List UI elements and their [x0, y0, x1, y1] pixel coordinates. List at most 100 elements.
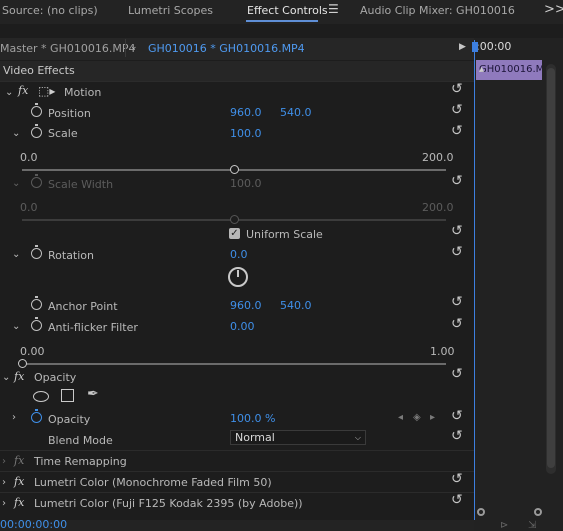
position-label: Position: [48, 107, 91, 120]
next-keyframe-icon[interactable]: ▸: [430, 412, 435, 423]
opacity-chevron-icon[interactable]: ⌄: [2, 372, 10, 383]
stopwatch-icon[interactable]: [31, 317, 42, 331]
reset-rotation-icon[interactable]: ↺: [451, 244, 463, 260]
anchor-x-value[interactable]: 960.0: [230, 299, 262, 312]
add-keyframe-icon[interactable]: ◈: [413, 412, 421, 423]
stopwatch-icon: [31, 174, 42, 188]
prev-keyframe-icon[interactable]: ◂: [398, 412, 403, 423]
export-icon[interactable]: ⇲: [528, 520, 536, 531]
zoom-handle-left[interactable]: [477, 508, 485, 516]
reset-position-icon[interactable]: ↺: [451, 102, 463, 118]
playhead-line[interactable]: [474, 40, 475, 520]
anti-flicker-label: Anti-flicker Filter: [48, 321, 138, 334]
scale-value[interactable]: 100.0: [230, 127, 262, 140]
scale-max-label: 200.0: [422, 151, 454, 164]
filter-icon[interactable]: ⊳: [500, 520, 508, 531]
anti-flicker-chevron-icon[interactable]: ⌄: [12, 321, 20, 332]
blend-mode-value: Normal: [235, 431, 275, 444]
lumetri-1-chevron-icon[interactable]: ›: [2, 477, 6, 488]
current-timecode[interactable]: 00:00:00:00: [0, 519, 67, 530]
scale-width-min-label: 0.0: [20, 201, 38, 214]
scale-width-slider-knob: [229, 215, 239, 224]
zoom-handle-right[interactable]: [534, 508, 542, 516]
ellipse-mask-icon[interactable]: [33, 391, 49, 402]
master-clip-label[interactable]: Master * GH010016.MP4: [0, 42, 135, 55]
fx-icon[interactable]: fx: [18, 84, 28, 97]
opacity-value[interactable]: 100.0 %: [230, 412, 275, 425]
reset-opacity-icon[interactable]: ↺: [451, 408, 463, 424]
tab-lumetri-scopes[interactable]: Lumetri Scopes: [128, 4, 213, 17]
time-remap-chevron-icon[interactable]: ›: [2, 456, 6, 467]
scale-min-label: 0.0: [20, 151, 38, 164]
reset-blend-mode-icon[interactable]: ↺: [451, 428, 463, 444]
stopwatch-icon[interactable]: [31, 245, 42, 259]
reset-opacity-effect-icon[interactable]: ↺: [451, 366, 463, 382]
divider: [0, 471, 474, 472]
reset-lumetri-2-icon[interactable]: ↺: [451, 492, 463, 508]
play-triangle-icon[interactable]: ▶: [459, 42, 466, 52]
fx-icon[interactable]: fx: [14, 475, 24, 488]
reset-scale-icon[interactable]: ↺: [451, 123, 463, 139]
more-tabs-icon[interactable]: >>: [544, 2, 563, 17]
scale-chevron-icon[interactable]: ⌄: [12, 128, 20, 139]
stopwatch-icon[interactable]: [31, 296, 42, 310]
fx-icon[interactable]: fx: [14, 496, 24, 509]
section-title: Video Effects: [3, 64, 75, 77]
reset-lumetri-1-icon[interactable]: ↺: [451, 471, 463, 487]
divider: [0, 81, 474, 82]
lumetri-2-chevron-icon[interactable]: ›: [2, 498, 6, 509]
position-y-value[interactable]: 540.0: [280, 106, 312, 119]
tab-audio-clip-mixer[interactable]: Audio Clip Mixer: GH010016: [360, 4, 515, 17]
bottom-status-strip: [0, 520, 474, 531]
scale-slider-knob[interactable]: [229, 165, 239, 174]
stopwatch-icon[interactable]: [31, 124, 42, 138]
reset-anchor-point-icon[interactable]: ↺: [451, 294, 463, 310]
tab-effect-controls[interactable]: Effect Controls: [247, 4, 328, 17]
active-tab-underline: [246, 20, 318, 22]
reset-uniform-scale-icon[interactable]: ↺: [451, 223, 463, 239]
rectangle-mask-icon[interactable]: [61, 389, 74, 402]
anchor-y-value[interactable]: 540.0: [280, 299, 312, 312]
sequence-clip-label[interactable]: GH010016 * GH010016.MP4: [148, 42, 305, 55]
rotation-chevron-icon[interactable]: ⌄: [12, 249, 20, 260]
blend-mode-dropdown[interactable]: Normal ⌵: [230, 430, 366, 445]
rotation-dial[interactable]: [228, 267, 248, 287]
chevron-down-icon[interactable]: ⌄: [130, 42, 138, 52]
scale-width-label: Scale Width: [48, 178, 114, 191]
collapse-up-icon[interactable]: ▴: [479, 64, 484, 75]
lumetri-1-label[interactable]: Lumetri Color (Monochrome Faded Film 50): [34, 476, 272, 489]
blend-mode-label: Blend Mode: [48, 434, 113, 447]
rotation-label: Rotation: [48, 249, 95, 262]
panel-menu-icon[interactable]: ☰: [328, 2, 339, 16]
motion-transform-icon[interactable]: ⬚▸: [38, 84, 55, 98]
fx-icon[interactable]: fx: [14, 370, 24, 383]
motion-chevron-icon[interactable]: ⌄: [5, 87, 13, 98]
uniform-scale-label: Uniform Scale: [246, 228, 323, 241]
time-remapping-label[interactable]: Time Remapping: [34, 455, 127, 468]
uniform-scale-checkbox[interactable]: ✓: [229, 228, 240, 239]
tab-source[interactable]: Source: (no clips): [2, 4, 98, 17]
reset-scale-slider-icon[interactable]: ↺: [451, 173, 463, 189]
motion-label: Motion: [64, 86, 102, 99]
playhead-marker[interactable]: [472, 42, 478, 52]
stopwatch-icon[interactable]: [31, 409, 42, 423]
position-x-value[interactable]: 960.0: [230, 106, 262, 119]
timeline-clip[interactable]: GH010016.MP: [476, 60, 542, 80]
reset-motion-icon[interactable]: ↺: [451, 81, 463, 97]
pen-mask-icon[interactable]: ✒: [87, 386, 99, 402]
anti-flicker-value[interactable]: 0.00: [230, 320, 255, 333]
opacity-effect-label: Opacity: [34, 371, 77, 384]
scrollbar-thumb[interactable]: [547, 68, 555, 468]
scale-width-chevron-icon[interactable]: ⌄: [12, 178, 20, 189]
divider: [0, 450, 474, 451]
anti-flicker-min-label: 0.00: [20, 345, 45, 358]
fx-icon: fx: [14, 454, 25, 467]
opacity-param-chevron-icon[interactable]: ›: [12, 412, 16, 423]
anti-flicker-slider-knob[interactable]: [17, 359, 27, 368]
anti-flicker-slider-track[interactable]: [22, 363, 446, 365]
rotation-value[interactable]: 0.0: [230, 248, 248, 261]
opacity-param-label: Opacity: [48, 413, 91, 426]
reset-anti-flicker-icon[interactable]: ↺: [451, 316, 463, 332]
lumetri-2-label[interactable]: Lumetri Color (Fuji F125 Kodak 2395 (by …: [34, 497, 303, 510]
stopwatch-icon[interactable]: [31, 103, 42, 117]
